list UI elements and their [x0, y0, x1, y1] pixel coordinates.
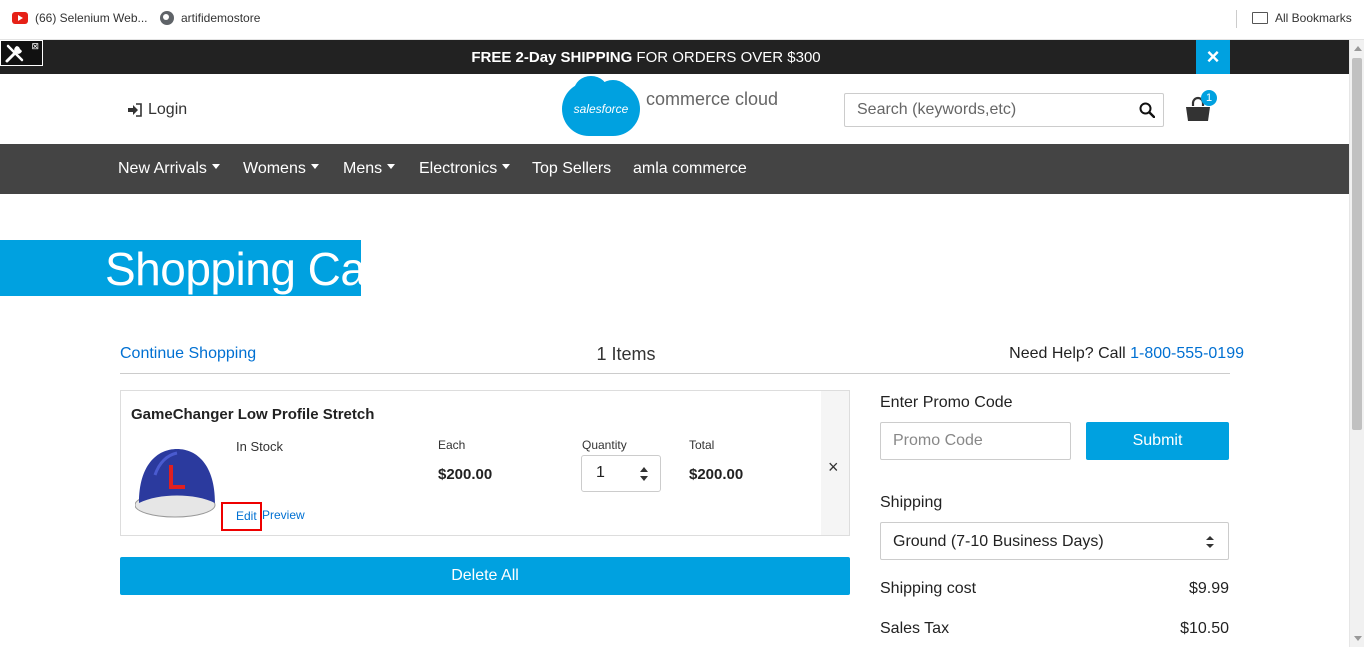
bookmark-label: artifidemostore [181, 11, 261, 25]
each-label: Each [438, 438, 466, 452]
bookmarks-bar: (66) Selenium Web... artifidemostore All… [0, 0, 1364, 40]
banner-text: FREE 2-Day SHIPPING FOR ORDERS OVER $300 [0, 49, 1292, 66]
shipping-cost-label: Shipping cost [880, 580, 977, 597]
sign-in-icon [128, 103, 142, 117]
caret-down-icon [310, 164, 319, 170]
shipping-method-select[interactable]: Ground (7-10 Business Days) [880, 522, 1229, 560]
total-price: $200.00 [689, 466, 744, 483]
help-text: Need Help? Call 1-800-555-0199 [924, 345, 1244, 363]
select-arrows-icon [640, 467, 648, 481]
search-input[interactable] [845, 94, 1125, 126]
nav-label: Top Sellers [532, 160, 612, 177]
globe-icon [160, 11, 174, 25]
logo-tagline: commerce cloud [646, 88, 779, 109]
edit-link[interactable]: Edit [221, 502, 262, 531]
help-label: Need Help? Call [1009, 345, 1131, 362]
banner-bold-text: FREE 2-Day SHIPPING [471, 49, 633, 66]
close-icon: × [1206, 44, 1220, 69]
login-link[interactable]: Login [127, 101, 187, 119]
bookmark-label: (66) Selenium Web... [35, 11, 148, 25]
promo-code-input[interactable] [880, 422, 1071, 460]
close-icon: × [828, 457, 839, 477]
nav-label: New Arrivals [118, 160, 207, 177]
nav-item-electronics[interactable]: Electronics [419, 160, 511, 178]
bookmark-selenium[interactable]: (66) Selenium Web... [12, 11, 148, 25]
bookmark-artifidemostore[interactable]: artifidemostore [160, 11, 260, 25]
scroll-down-icon[interactable] [1354, 636, 1362, 641]
sales-tax-row: Sales Tax $10.50 [880, 620, 1229, 638]
site-header: Login salesforce commerce cloud [0, 74, 1349, 144]
folder-icon [1252, 12, 1268, 24]
salesforce-logo[interactable]: salesforce commerce cloud [562, 76, 779, 136]
preview-link[interactable]: Preview [262, 508, 305, 522]
continue-shopping-link[interactable]: Continue Shopping [120, 345, 256, 363]
sales-tax-value: $10.50 [1180, 620, 1229, 637]
banner-close-button[interactable]: × [1196, 40, 1230, 74]
banner-rest-text: FOR ORDERS OVER $300 [632, 49, 821, 66]
caret-down-icon [211, 164, 220, 170]
cloud-logo-icon: salesforce [562, 76, 640, 136]
quantity-value: 1 [596, 464, 605, 481]
nav-item-top-sellers[interactable]: Top Sellers [532, 160, 611, 178]
items-count: 1 Items [596, 344, 656, 364]
promo-submit-button[interactable]: Submit [1086, 422, 1229, 460]
quantity-label: Quantity [582, 438, 627, 452]
caret-down-icon [387, 164, 396, 170]
product-name[interactable]: GameChanger Low Profile Stretch [131, 406, 374, 423]
promo-code-label: Enter Promo Code [880, 394, 1013, 411]
scroll-thumb[interactable] [1352, 58, 1362, 430]
product-image[interactable] [135, 445, 219, 521]
shipping-label: Shipping [880, 494, 943, 511]
page-scrollbar[interactable] [1349, 40, 1364, 647]
cart-item-card: GameChanger Low Profile Stretch In Stock… [120, 390, 850, 536]
promo-banner: ⊠ FREE 2-Day SHIPPING FOR ORDERS OVER $3… [0, 40, 1349, 74]
nav-label: Womens [243, 160, 306, 177]
divider [120, 373, 1230, 374]
page-title: Shopping Cart [0, 240, 393, 296]
nav-label: Mens [343, 160, 383, 177]
sales-tax-label: Sales Tax [880, 620, 950, 637]
bookmarks-separator [1236, 10, 1237, 28]
delete-all-button[interactable]: Delete All [120, 557, 850, 595]
nav-item-amla-commerce[interactable]: amla commerce [633, 160, 747, 178]
remove-item-button[interactable]: × [828, 457, 839, 478]
all-bookmarks-label: All Bookmarks [1275, 11, 1352, 25]
caret-down-icon [502, 164, 511, 170]
shipping-method-value: Ground (7-10 Business Days) [893, 533, 1104, 550]
stock-status: In Stock [236, 439, 283, 454]
nav-label: amla commerce [633, 160, 747, 177]
search-box [844, 93, 1164, 127]
scroll-up-icon[interactable] [1354, 46, 1362, 51]
all-bookmarks[interactable]: All Bookmarks [1252, 11, 1352, 25]
help-phone-link[interactable]: 1-800-555-0199 [1130, 345, 1244, 362]
shipping-cost-value: $9.99 [1188, 580, 1229, 597]
nav-label: Electronics [419, 160, 498, 177]
main-nav: New Arrivals Womens Mens Electronics Top… [0, 144, 1349, 194]
cart-count-badge: 1 [1201, 90, 1217, 106]
youtube-icon [12, 12, 28, 24]
shipping-cost-row: Shipping cost $9.99 [880, 580, 1229, 598]
quantity-select[interactable]: 1 [581, 455, 661, 492]
logo-cloud-text: salesforce [573, 102, 629, 116]
nav-item-womens[interactable]: Womens [243, 160, 319, 178]
each-price: $200.00 [438, 466, 493, 483]
nav-item-mens[interactable]: Mens [343, 160, 396, 178]
select-arrows-icon [1206, 536, 1214, 548]
total-label: Total [689, 438, 715, 452]
login-label: Login [148, 101, 188, 118]
search-icon[interactable] [1139, 102, 1155, 118]
nav-item-new-arrivals[interactable]: New Arrivals [118, 160, 220, 178]
